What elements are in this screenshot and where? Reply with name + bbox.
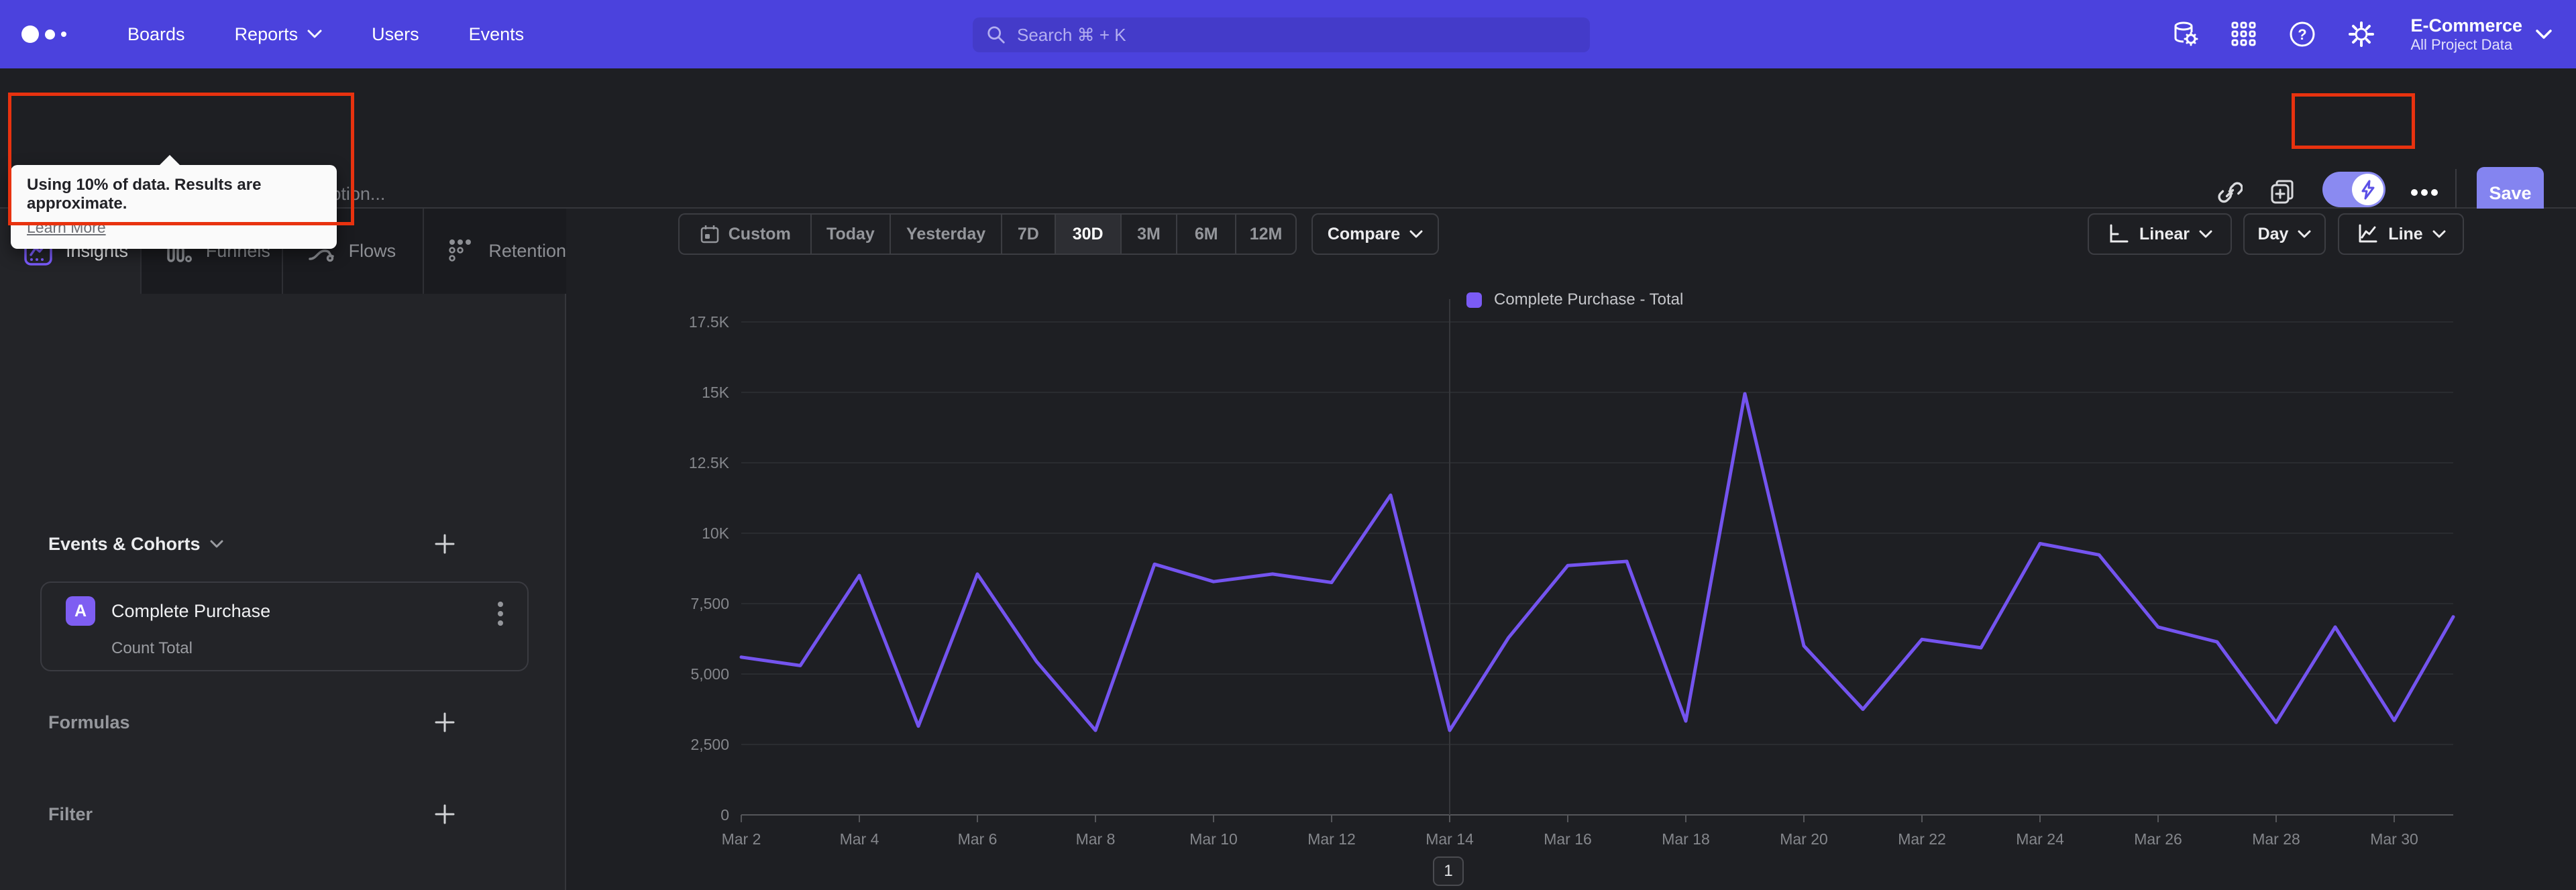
tab-label: Retention bbox=[488, 241, 566, 261]
top-nav: Boards Reports Users Events Search ⌘ + K… bbox=[0, 0, 2576, 68]
mixpanel-logo[interactable] bbox=[21, 25, 95, 43]
event-name: Complete Purchase bbox=[111, 600, 271, 621]
tab-retention[interactable]: Retention bbox=[424, 209, 566, 294]
help-icon[interactable]: ? bbox=[2288, 20, 2316, 48]
nav-item-users[interactable]: Users bbox=[372, 24, 419, 45]
line-chart[interactable]: 0 2,500 5,000 7,500 10K 12.5K 15K 17.5K Mar 2 Mar… bbox=[568, 209, 2576, 890]
add-filter-icon[interactable] bbox=[433, 803, 456, 826]
svg-text:Mar 2: Mar 2 bbox=[722, 830, 761, 848]
tab-label: Flows bbox=[348, 241, 396, 261]
section-filter: Filter bbox=[48, 799, 518, 829]
chevron-down-icon bbox=[307, 30, 322, 38]
project-name: E-Commerce bbox=[2410, 15, 2522, 36]
svg-text:15K: 15K bbox=[702, 384, 730, 401]
svg-text:Mar 8: Mar 8 bbox=[1076, 830, 1116, 848]
svg-text:17.5K: 17.5K bbox=[689, 313, 730, 331]
nav-item-boards[interactable]: Boards bbox=[127, 24, 185, 45]
svg-text:12.5K: 12.5K bbox=[689, 454, 730, 471]
add-formula-icon[interactable] bbox=[433, 711, 456, 734]
events-cohorts-label: Events & Cohorts bbox=[48, 533, 201, 554]
svg-text:Mar 10: Mar 10 bbox=[1189, 830, 1238, 848]
svg-text:Mar 24: Mar 24 bbox=[2016, 830, 2064, 848]
share-link-icon[interactable] bbox=[2217, 180, 2243, 209]
project-info: E-Commerce All Project Data bbox=[2410, 15, 2522, 53]
nav-item-label: Events bbox=[468, 23, 525, 44]
svg-text:Mar 14: Mar 14 bbox=[1426, 830, 1474, 848]
svg-text:Mar 18: Mar 18 bbox=[1662, 830, 1710, 848]
tooltip-text: Using 10% of data. Results are approxima… bbox=[27, 176, 262, 213]
svg-text:Mar 12: Mar 12 bbox=[1307, 830, 1356, 848]
apps-grid-icon[interactable] bbox=[2231, 21, 2257, 48]
app-root: Boards Reports Users Events Search ⌘ + K… bbox=[0, 0, 2576, 890]
svg-text:Mar 16: Mar 16 bbox=[1544, 830, 1592, 848]
svg-text:2,500: 2,500 bbox=[690, 736, 729, 753]
svg-text:Mar 30: Mar 30 bbox=[2370, 830, 2418, 848]
primary-nav: Boards Reports Users Events bbox=[127, 24, 524, 45]
logo-dot-small bbox=[61, 32, 66, 37]
pagination-page-1[interactable]: 1 bbox=[1433, 856, 1464, 886]
search-icon bbox=[987, 26, 1005, 44]
sampling-tooltip: Using 10% of data. Results are approxima… bbox=[11, 155, 337, 249]
toggle-knob bbox=[2352, 174, 2383, 205]
report-title-bar: Untitled Sampled + Add description... Sa… bbox=[0, 68, 2576, 220]
svg-text:Mar 28: Mar 28 bbox=[2252, 830, 2300, 848]
add-event-icon[interactable] bbox=[433, 533, 456, 555]
nav-item-label: Users bbox=[372, 23, 419, 44]
search-placeholder: Search ⌘ + K bbox=[1017, 24, 1126, 45]
chevron-down-icon bbox=[210, 540, 223, 547]
svg-text:10K: 10K bbox=[702, 524, 730, 542]
nav-right-cluster: ? E-Commerce All Project Data bbox=[2170, 0, 2552, 68]
event-main-row: A Complete Purchase bbox=[66, 596, 270, 626]
add-to-board-icon[interactable] bbox=[2269, 179, 2296, 209]
nav-item-label: Boards bbox=[127, 23, 185, 44]
query-builder-sidebar: Insights Funnels Flows Retention Events … bbox=[0, 209, 566, 890]
svg-text:Mar 20: Mar 20 bbox=[1780, 830, 1828, 848]
event-options-icon[interactable] bbox=[496, 599, 504, 628]
svg-text:0: 0 bbox=[720, 806, 729, 824]
nav-item-reports[interactable]: Reports bbox=[235, 24, 323, 45]
event-metric[interactable]: Count Total bbox=[111, 639, 193, 658]
event-letter-badge: A bbox=[66, 596, 95, 626]
project-scope: All Project Data bbox=[2410, 36, 2513, 53]
section-label: Formulas bbox=[48, 712, 130, 732]
svg-text:Mar 22: Mar 22 bbox=[1898, 830, 1946, 848]
learn-more-link[interactable]: Learn More bbox=[27, 219, 106, 237]
logo-dot-medium bbox=[45, 29, 55, 40]
svg-text:Mar 6: Mar 6 bbox=[958, 830, 998, 848]
svg-text:?: ? bbox=[2298, 26, 2307, 43]
svg-text:Mar 26: Mar 26 bbox=[2134, 830, 2182, 848]
svg-text:7,500: 7,500 bbox=[690, 595, 729, 612]
sampling-toggle[interactable] bbox=[2322, 172, 2385, 207]
events-cohorts-toggle[interactable]: Events & Cohorts bbox=[48, 534, 223, 555]
data-management-icon[interactable] bbox=[2170, 19, 2200, 49]
retention-icon bbox=[449, 239, 472, 262]
section-label: Filter bbox=[48, 803, 93, 824]
lightning-bolt-icon bbox=[2361, 180, 2374, 199]
nav-item-events[interactable]: Events bbox=[469, 24, 525, 45]
svg-text:5,000: 5,000 bbox=[690, 665, 729, 683]
nav-item-label: Reports bbox=[234, 23, 299, 44]
project-selector[interactable]: E-Commerce All Project Data bbox=[2406, 15, 2552, 53]
event-row-complete-purchase[interactable]: A Complete Purchase Count Total bbox=[40, 581, 529, 671]
section-formulas: Formulas bbox=[48, 708, 518, 737]
svg-text:Mar 4: Mar 4 bbox=[840, 830, 879, 848]
events-cohorts-header: Events & Cohorts bbox=[48, 529, 518, 559]
settings-gear-icon[interactable] bbox=[2347, 20, 2375, 48]
more-options-icon[interactable] bbox=[2410, 188, 2439, 201]
chevron-down-icon bbox=[2536, 29, 2552, 39]
logo-dot-large bbox=[21, 25, 39, 43]
search-input[interactable]: Search ⌘ + K bbox=[973, 17, 1590, 52]
chart-pane: Custom Today Yesterday 7D 30D 3M 6M 12M Compare… bbox=[568, 209, 2576, 890]
